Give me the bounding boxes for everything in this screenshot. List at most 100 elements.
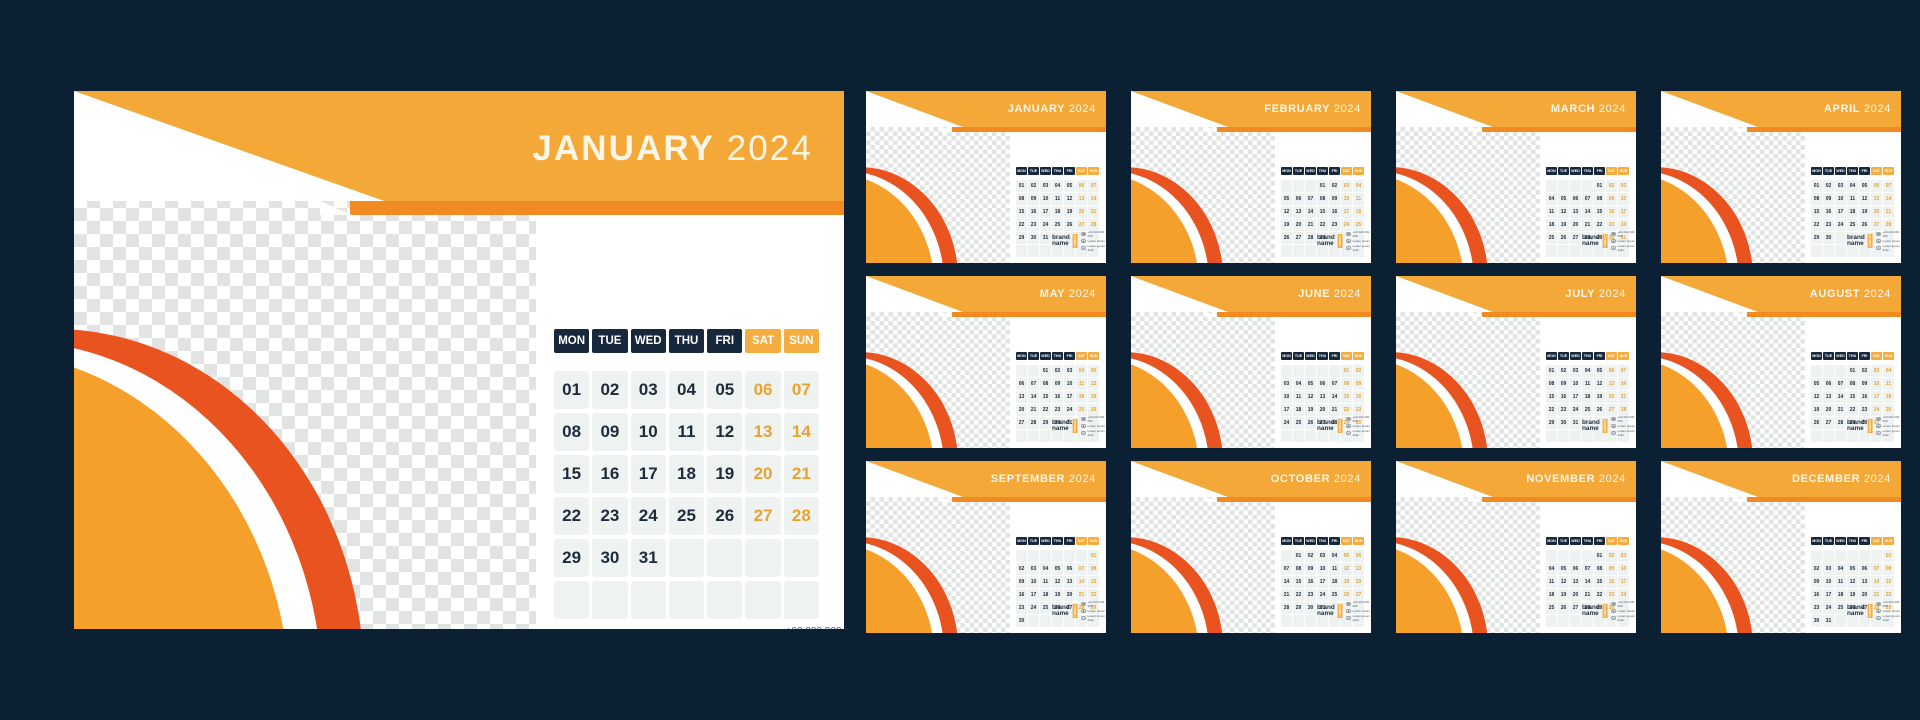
- day-cell[interactable]: 17: [1040, 206, 1051, 218]
- day-cell[interactable]: 12: [1558, 576, 1569, 588]
- day-cell[interactable]: 28: [1835, 417, 1846, 429]
- day-cell[interactable]: 10: [630, 413, 666, 451]
- day-cell[interactable]: 21: [1028, 404, 1039, 416]
- day-cell[interactable]: 25: [1076, 404, 1087, 416]
- day-cell[interactable]: 22: [1341, 404, 1352, 416]
- day-cell[interactable]: 11: [1835, 576, 1846, 588]
- day-cell[interactable]: 10: [1835, 193, 1846, 205]
- day-cell[interactable]: 20: [1859, 589, 1870, 601]
- day-cell[interactable]: 28: [783, 497, 819, 535]
- day-cell[interactable]: 05: [1811, 378, 1822, 390]
- day-cell[interactable]: 28: [1618, 404, 1629, 416]
- day-cell[interactable]: 18: [1546, 589, 1557, 601]
- day-cell[interactable]: 24: [1317, 589, 1328, 601]
- day-cell[interactable]: 31: [1040, 232, 1051, 244]
- day-cell[interactable]: 27: [1570, 602, 1581, 614]
- day-cell[interactable]: 22: [554, 497, 590, 535]
- day-cell[interactable]: 12: [1341, 563, 1352, 575]
- day-cell[interactable]: 13: [1293, 206, 1304, 218]
- day-cell[interactable]: 04: [1076, 365, 1087, 377]
- day-cell[interactable]: 23: [1823, 219, 1834, 231]
- day-cell[interactable]: 29: [554, 539, 590, 577]
- day-cell[interactable]: 21: [1305, 219, 1316, 231]
- day-cell[interactable]: 26: [1064, 219, 1075, 231]
- day-cell[interactable]: 19: [1847, 589, 1858, 601]
- day-cell[interactable]: 14: [1835, 391, 1846, 403]
- day-cell[interactable]: 25: [1546, 602, 1557, 614]
- day-cell[interactable]: 06: [1871, 180, 1882, 192]
- day-cell[interactable]: 18: [1582, 391, 1593, 403]
- day-cell[interactable]: 20: [1570, 589, 1581, 601]
- day-cell[interactable]: 21: [1835, 404, 1846, 416]
- day-cell[interactable]: 10: [1823, 576, 1834, 588]
- day-cell[interactable]: 28: [1028, 417, 1039, 429]
- day-cell[interactable]: 13: [1570, 206, 1581, 218]
- day-cell[interactable]: 15: [1088, 576, 1099, 588]
- day-cell[interactable]: 17: [630, 455, 666, 493]
- day-cell[interactable]: 11: [1040, 576, 1051, 588]
- day-cell[interactable]: 22: [1088, 589, 1099, 601]
- day-cell[interactable]: 03: [1040, 180, 1051, 192]
- day-cell[interactable]: 23: [1558, 404, 1569, 416]
- day-cell[interactable]: 13: [1317, 391, 1328, 403]
- day-cell[interactable]: 01: [1883, 550, 1894, 562]
- day-cell[interactable]: 11: [1329, 563, 1340, 575]
- day-cell[interactable]: 10: [1281, 391, 1292, 403]
- day-cell[interactable]: 11: [1076, 378, 1087, 390]
- day-cell[interactable]: 20: [1293, 219, 1304, 231]
- day-cell[interactable]: 15: [1040, 391, 1051, 403]
- day-cell[interactable]: 01: [1293, 550, 1304, 562]
- day-cell[interactable]: 18: [668, 455, 705, 493]
- day-cell[interactable]: 06: [1293, 193, 1304, 205]
- day-cell[interactable]: 01: [554, 371, 590, 409]
- day-cell[interactable]: 20: [1570, 219, 1581, 231]
- day-cell[interactable]: 31: [1823, 615, 1834, 627]
- day-cell[interactable]: 23: [1606, 589, 1617, 601]
- day-cell[interactable]: 16: [1606, 206, 1617, 218]
- day-cell[interactable]: 08: [1341, 378, 1352, 390]
- day-cell[interactable]: 03: [1618, 180, 1629, 192]
- day-cell[interactable]: 17: [1028, 589, 1039, 601]
- day-cell[interactable]: 03: [1570, 365, 1581, 377]
- day-cell[interactable]: 30: [1016, 615, 1027, 627]
- day-cell[interactable]: 14: [1883, 193, 1894, 205]
- day-cell[interactable]: 05: [1052, 563, 1063, 575]
- day-cell[interactable]: 05: [1558, 563, 1569, 575]
- day-cell[interactable]: 15: [1811, 206, 1822, 218]
- day-cell[interactable]: 27: [1871, 219, 1882, 231]
- day-cell[interactable]: 24: [1341, 219, 1352, 231]
- day-cell[interactable]: 19: [1594, 391, 1605, 403]
- day-cell[interactable]: 19: [1064, 206, 1075, 218]
- day-cell[interactable]: 19: [707, 455, 743, 493]
- day-cell[interactable]: 18: [1847, 206, 1858, 218]
- day-cell[interactable]: 08: [1293, 563, 1304, 575]
- day-cell[interactable]: 02: [1329, 180, 1340, 192]
- day-cell[interactable]: 12: [1811, 391, 1822, 403]
- day-cell[interactable]: 20: [1606, 391, 1617, 403]
- day-cell[interactable]: 05: [707, 371, 743, 409]
- day-cell[interactable]: 11: [1582, 378, 1593, 390]
- day-cell[interactable]: 01: [1594, 550, 1605, 562]
- day-cell[interactable]: 14: [1281, 576, 1292, 588]
- day-cell[interactable]: 30: [1823, 232, 1834, 244]
- day-cell[interactable]: 08: [1811, 193, 1822, 205]
- day-cell[interactable]: 15: [554, 455, 590, 493]
- day-cell[interactable]: 06: [745, 371, 781, 409]
- day-cell[interactable]: 16: [1305, 576, 1316, 588]
- day-cell[interactable]: 01: [1811, 180, 1822, 192]
- day-cell[interactable]: 09: [1606, 193, 1617, 205]
- day-cell[interactable]: 07: [783, 371, 819, 409]
- day-cell[interactable]: 26: [1558, 232, 1569, 244]
- day-cell[interactable]: 21: [1883, 206, 1894, 218]
- day-cell[interactable]: 24: [1823, 602, 1834, 614]
- day-cell[interactable]: 27: [1570, 232, 1581, 244]
- day-cell[interactable]: 18: [1883, 391, 1894, 403]
- day-cell[interactable]: 06: [1016, 378, 1027, 390]
- month-thumbnail-december[interactable]: DECEMBER 2024 MON TUE WED THU FRI SAT SUN 01 02 03…: [1661, 461, 1901, 633]
- day-cell[interactable]: 12: [1847, 576, 1858, 588]
- day-cell[interactable]: 19: [1558, 219, 1569, 231]
- day-cell[interactable]: 25: [1040, 602, 1051, 614]
- day-cell[interactable]: 02: [1558, 365, 1569, 377]
- day-cell[interactable]: 05: [1594, 365, 1605, 377]
- day-cell[interactable]: 23: [1329, 219, 1340, 231]
